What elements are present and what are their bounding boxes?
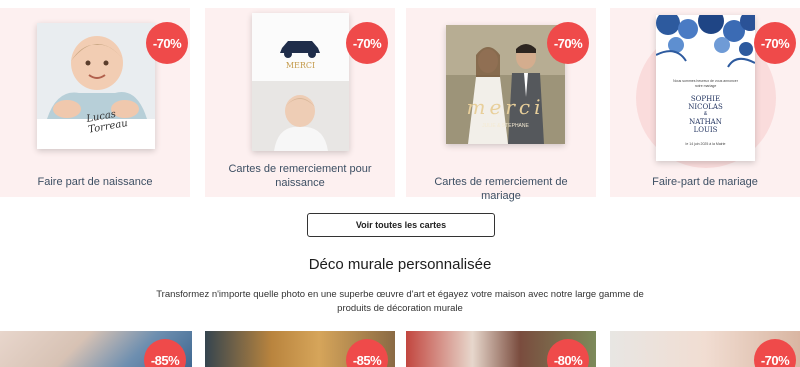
- discount-badge: -70%: [754, 339, 796, 367]
- wall-decor-photo[interactable]: -70%: [610, 331, 800, 367]
- card-products-row: Lucas Torreau -70% Faire part de naissan…: [0, 8, 800, 202]
- birth-announcement-thumbnail: Lucas Torreau: [37, 23, 155, 149]
- discount-badge: -70%: [547, 22, 589, 64]
- card-label: Cartes de remerciement pour naissance: [228, 163, 372, 189]
- invitation-intro: Nous sommes heureux de vous annoncer not…: [673, 79, 738, 88]
- birth-thank-you-thumbnail: MERCI: [252, 13, 349, 151]
- merci-script: merci: [466, 95, 545, 119]
- discount-badge: -85%: [346, 339, 388, 367]
- wedding-invitation-thumbnail: Nous sommes heureux de vous annoncer not…: [656, 15, 755, 161]
- invitation-name-1: SOPHIE: [690, 95, 721, 103]
- invitation-details: le 14 juin 2025 à la Mairie: [685, 142, 726, 146]
- card-wedding-thank-you[interactable]: merci JULIE & STEPHANE -70% Cartes de re…: [406, 8, 596, 202]
- section-title: Déco murale personnalisée: [308, 256, 492, 273]
- card-birth-thank-you[interactable]: MERCI -70% Cartes de remerciement pour n…: [205, 8, 395, 197]
- invitation-name-4: LOUIS: [693, 126, 718, 134]
- couple-names: JULIE & STEPHANE: [482, 123, 529, 129]
- invitation-ampersand: &: [703, 111, 708, 117]
- invitation-name-2: NICOLAS: [688, 103, 723, 111]
- card-birth-announcement[interactable]: Lucas Torreau -70% Faire part de naissan…: [0, 8, 190, 197]
- discount-badge: -80%: [547, 339, 589, 367]
- card-label: Cartes de remerciement de mariage: [434, 176, 568, 202]
- discount-badge: -70%: [346, 22, 388, 64]
- see-all-cards-button[interactable]: Voir toutes les cartes: [307, 213, 495, 237]
- discount-badge: -70%: [146, 22, 188, 64]
- merci-text: MERCI: [285, 61, 316, 70]
- wall-decor-photo[interactable]: -85%: [0, 331, 192, 367]
- section-description: Transformez n'importe quelle photo en un…: [156, 289, 644, 314]
- invitation-name-3: NATHAN: [689, 118, 722, 126]
- wall-decor-photo[interactable]: -85%: [205, 331, 395, 367]
- card-label: Faire-part de mariage: [652, 176, 758, 188]
- card-label: Faire part de naissance: [37, 176, 153, 188]
- discount-badge: -85%: [144, 339, 186, 367]
- discount-badge: -70%: [754, 22, 796, 64]
- wall-decor-photo[interactable]: -80%: [406, 331, 596, 367]
- wall-decor-row: -85% -85% -80% -70%: [0, 331, 800, 367]
- card-wedding-invitation[interactable]: Nous sommes heureux de vous annoncer not…: [610, 8, 800, 197]
